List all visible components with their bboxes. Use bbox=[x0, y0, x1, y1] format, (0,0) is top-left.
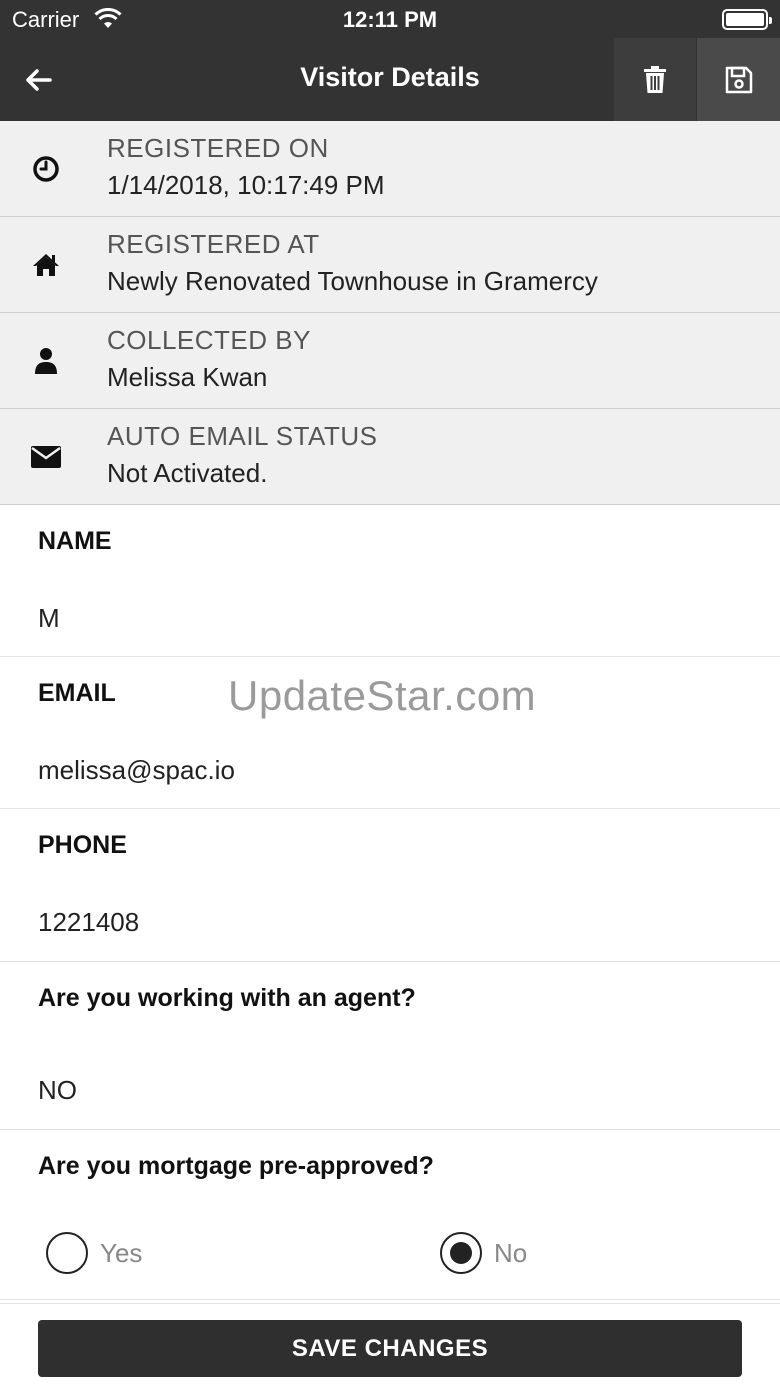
agent-question-field[interactable]: Are you working with an agent? NO bbox=[0, 962, 780, 1130]
footer: SAVE CHANGES bbox=[0, 1303, 780, 1387]
phone-input[interactable]: 1221408 bbox=[38, 907, 139, 938]
info-label: REGISTERED ON bbox=[107, 133, 329, 163]
info-registered-on: REGISTERED ON 1/14/2018, 10:17:49 PM bbox=[0, 121, 780, 217]
name-input[interactable]: M bbox=[38, 603, 60, 634]
email-label: EMAIL bbox=[38, 679, 116, 707]
info-label: AUTO EMAIL STATUS bbox=[107, 421, 378, 451]
info-value: Newly Renovated Townhouse in Gramercy bbox=[107, 266, 598, 296]
delete-button[interactable] bbox=[614, 38, 696, 121]
top-bar: Carrier 12:11 PM Visitor Details bbox=[0, 0, 780, 121]
name-label: NAME bbox=[38, 527, 112, 555]
info-label: COLLECTED BY bbox=[107, 325, 311, 355]
save-icon-button[interactable] bbox=[697, 38, 780, 121]
mortgage-question-field: Are you mortgage pre-approved? Yes No bbox=[0, 1130, 780, 1300]
info-value: 1/14/2018, 10:17:49 PM bbox=[107, 170, 385, 200]
radio-no[interactable]: No bbox=[440, 1232, 527, 1274]
trash-icon bbox=[644, 65, 666, 93]
clock-icon bbox=[28, 151, 64, 187]
email-input[interactable]: melissa@spac.io bbox=[38, 755, 235, 786]
info-value: Not Activated. bbox=[107, 458, 268, 488]
radio-selected-icon[interactable] bbox=[440, 1232, 482, 1274]
radio-yes[interactable]: Yes bbox=[46, 1232, 142, 1274]
agent-question-label: Are you working with an agent? bbox=[38, 984, 416, 1012]
agent-answer-select[interactable]: NO bbox=[38, 1075, 77, 1106]
phone-label: PHONE bbox=[38, 831, 127, 859]
save-changes-button[interactable]: SAVE CHANGES bbox=[38, 1320, 742, 1377]
radio-yes-label[interactable]: Yes bbox=[100, 1238, 142, 1269]
name-field[interactable]: NAME M bbox=[0, 505, 780, 657]
info-value: Melissa Kwan bbox=[107, 362, 268, 392]
phone-field[interactable]: PHONE 1221408 bbox=[0, 809, 780, 962]
navigation-bar: Visitor Details bbox=[0, 38, 780, 121]
watermark: UpdateStar.com bbox=[228, 672, 537, 719]
visitor-form: NAME M EMAIL melissa@spac.io PHONE 12214… bbox=[0, 505, 780, 1300]
info-auto-email-status: AUTO EMAIL STATUS Not Activated. bbox=[0, 409, 780, 505]
radio-no-label[interactable]: No bbox=[494, 1238, 527, 1269]
status-bar: Carrier 12:11 PM bbox=[0, 0, 780, 38]
info-registered-at: REGISTERED AT Newly Renovated Townhouse … bbox=[0, 217, 780, 313]
envelope-icon bbox=[28, 439, 64, 475]
info-label: REGISTERED AT bbox=[107, 229, 320, 259]
info-collected-by: COLLECTED BY Melissa Kwan bbox=[0, 313, 780, 409]
mortgage-question-label: Are you mortgage pre-approved? bbox=[38, 1152, 434, 1180]
home-icon bbox=[28, 247, 64, 283]
user-icon bbox=[28, 343, 64, 379]
registration-info: REGISTERED ON 1/14/2018, 10:17:49 PM REG… bbox=[0, 121, 780, 505]
floppy-disk-icon bbox=[725, 66, 752, 93]
radio-unselected-icon[interactable] bbox=[46, 1232, 88, 1274]
clock-time: 12:11 PM bbox=[342, 7, 438, 32]
battery-icon bbox=[722, 9, 772, 30]
